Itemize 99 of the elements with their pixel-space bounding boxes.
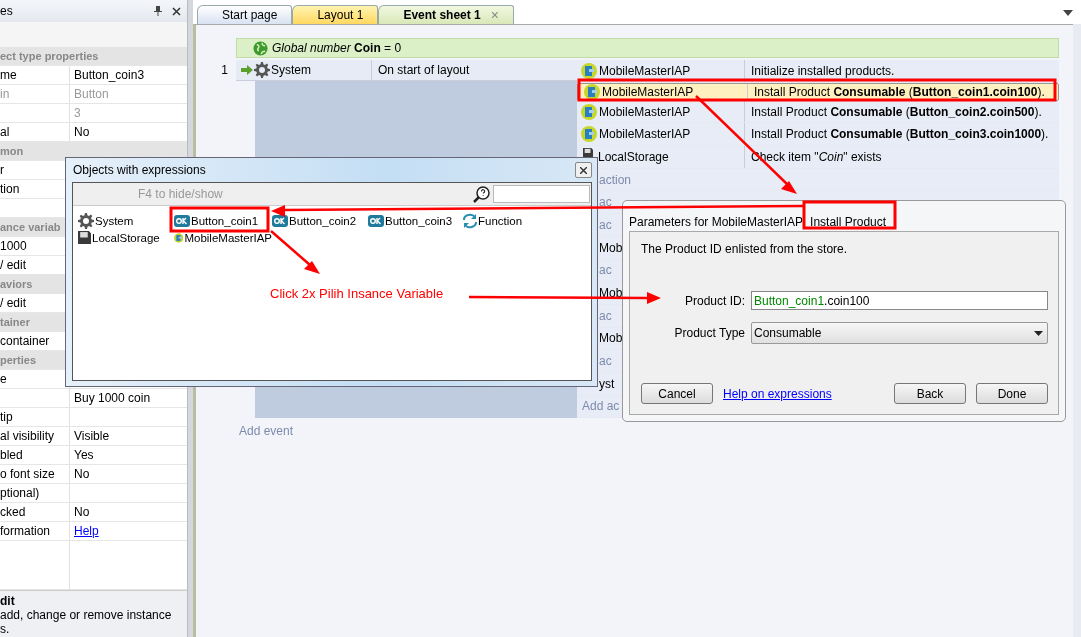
action-object: LocalStorage (598, 149, 669, 164)
field-label: Product ID: (683, 293, 746, 308)
condition-row[interactable]: System On start of layout (236, 60, 577, 81)
coin-icon (584, 83, 600, 100)
action-object: yst (599, 376, 615, 391)
dropdown-caret-icon[interactable] (1063, 10, 1073, 16)
property-name: / edit (0, 258, 26, 272)
property-value[interactable]: No (74, 505, 90, 519)
object-item[interactable]: MobileMasterIAP (174, 229, 272, 246)
object-item[interactable]: Button_coin2 (272, 212, 368, 229)
action-row[interactable]: MobileMasterIAP (577, 100, 745, 123)
action-text: Install Product Consumable (Button_coin2.coin500). (751, 104, 1042, 119)
button-object-icon (272, 214, 288, 227)
property-value[interactable]: No (74, 125, 90, 139)
tab[interactable]: Start page (197, 5, 293, 24)
search-icon[interactable] (473, 185, 490, 203)
property-name: formation (0, 524, 51, 538)
condition-text: On start of layout (378, 63, 470, 77)
done-button[interactable]: Done (976, 383, 1048, 404)
coin-icon (581, 126, 597, 143)
close-button[interactable] (575, 162, 592, 178)
object-item[interactable]: Button_coin1 (174, 212, 272, 229)
field-label: Product Type (673, 326, 746, 340)
property-name: cked (0, 505, 26, 519)
action-row[interactable]: MobileMasterIAP (577, 60, 745, 82)
object-item[interactable]: Function (463, 212, 573, 229)
close-icon (580, 166, 587, 174)
property-name: bled (0, 448, 23, 462)
description-title: dit (0, 594, 16, 608)
property-name: ptional) (0, 486, 40, 500)
cancel-button[interactable]: Cancel (641, 383, 713, 404)
condition-object: System (271, 63, 311, 77)
globe-icon (253, 40, 268, 56)
action-row[interactable]: MobileMasterIAP (577, 123, 745, 146)
product-id-field[interactable]: Button_coin1.coin100 (751, 291, 1048, 310)
global-variable-text: Global number Coin = 0 (272, 41, 402, 55)
help-link[interactable]: Help on expressions (723, 386, 832, 401)
object-item[interactable]: LocalStorage (78, 229, 174, 246)
search-field[interactable] (493, 185, 590, 203)
back-button[interactable]: Back (894, 383, 966, 404)
dialog-title: Parameters for MobileMasterIAP (629, 215, 804, 229)
hint-text: F4 to hide/show (138, 187, 224, 201)
property-name: al (0, 125, 10, 139)
action-text: Install Product Consumable (Button_coin3.coin1000). (751, 127, 1049, 142)
pin-icon[interactable] (154, 6, 162, 16)
action-object: Mob (599, 331, 623, 346)
help-link[interactable]: Help (74, 524, 99, 538)
tab[interactable]: Layout 1 (292, 5, 379, 24)
object-item[interactable]: Button_coin3 (368, 212, 463, 229)
property-name: / edit (0, 296, 26, 310)
close-icon[interactable] (172, 6, 181, 16)
object-item[interactable]: System (78, 212, 174, 229)
action-object: MobileMasterIAP (599, 63, 691, 78)
storage-icon (78, 231, 91, 244)
arrow-icon (241, 65, 253, 75)
action-text: Initialize installed products. (751, 63, 895, 78)
caret-icon (1034, 330, 1043, 336)
dialog-title: Install Product (809, 215, 887, 229)
property-value[interactable]: Button_coin3 (74, 68, 145, 82)
cycle-arrows-icon (463, 212, 477, 229)
button-object-icon (368, 214, 384, 227)
parameter-description: The Product ID enlisted from the store. (641, 242, 849, 256)
tab[interactable]: Event sheet 1 × (378, 5, 514, 24)
property-name: in (0, 87, 10, 101)
coin-icon (581, 103, 597, 120)
property-name: tion (0, 182, 20, 196)
button-object-icon (174, 214, 190, 227)
property-name: me (0, 68, 17, 82)
action-object: Mob (599, 240, 623, 255)
property-value[interactable]: Buy 1000 coin (74, 391, 151, 405)
property-name: tip (0, 410, 13, 424)
event-number: 1 (221, 63, 228, 77)
action-text: Install Product Consumable (Button_coin1.coin100). (754, 84, 1045, 99)
property-value[interactable]: No (74, 467, 90, 481)
action-row[interactable]: MobileMasterIAP (580, 83, 748, 100)
action-object: Mob (599, 286, 623, 301)
action-object: MobileMasterIAP (602, 84, 694, 99)
storage-icon (583, 148, 593, 159)
coin-icon (581, 62, 597, 79)
property-name: al visibility (0, 429, 54, 443)
dialog-title: Objects with expressions (72, 163, 207, 177)
action-object: MobileMasterIAP (599, 104, 691, 119)
property-name: o font size (0, 467, 55, 481)
arrow (270, 230, 320, 274)
gear-icon (78, 212, 94, 229)
property-value[interactable]: Yes (74, 448, 94, 462)
gear-icon (254, 62, 270, 78)
description-text: add, change or remove instance (0, 608, 173, 622)
panel-title: es (0, 4, 14, 18)
property-value[interactable]: Visible (74, 429, 110, 443)
property-name: r (0, 163, 4, 177)
description-text: s. (0, 622, 11, 636)
global-variable-row[interactable]: Global number Coin = 0 (236, 38, 1059, 58)
property-name: container (0, 334, 50, 348)
property-name: e (0, 372, 7, 386)
property-name: 1000 (0, 239, 27, 253)
product-type-dropdown[interactable]: Consumable (751, 322, 1048, 344)
annotation-text: Click 2x Pilih Insance Variable (270, 286, 444, 301)
action-object: MobileMasterIAP (599, 127, 691, 142)
